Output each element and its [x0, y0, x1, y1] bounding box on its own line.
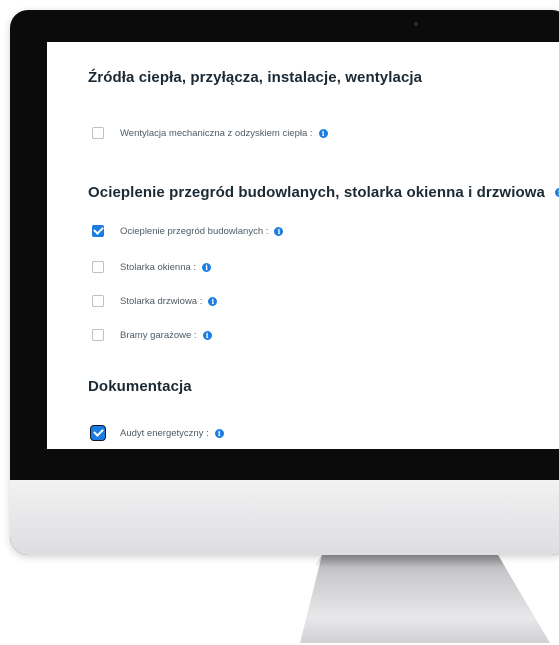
checkbox-row-ventilation[interactable]: Wentylacja mechaniczna z odzyskiem ciepł… [92, 125, 328, 141]
info-icon[interactable]: i [202, 330, 212, 340]
info-icon[interactable]: i [274, 226, 284, 236]
section-title-insulation: Ocieplenie przegród budowlanych, stolark… [88, 184, 559, 201]
section-title-text: Ocieplenie przegród budowlanych, stolark… [88, 184, 545, 201]
insulation-label: Ocieplenie przegród budowlanych : [120, 225, 269, 237]
monitor-stand [300, 555, 550, 643]
section-title-documentation: Dokumentacja [88, 378, 192, 395]
energy-audit-label: Audyt energetyczny : [120, 427, 209, 439]
checkbox-row-energy-audit[interactable]: Audyt energetyczny : i [92, 425, 224, 441]
info-icon[interactable]: i [214, 428, 224, 438]
stand-shadow [314, 555, 506, 567]
checkbox-row-garage-doors[interactable]: Bramy garażowe : i [92, 327, 212, 343]
section-title-text: Dokumentacja [88, 378, 192, 395]
energy-audit-checkbox[interactable] [92, 426, 104, 439]
camera-icon [414, 22, 418, 26]
doors-label: Stolarka drzwiowa : [120, 295, 203, 307]
checkbox-row-windows[interactable]: Stolarka okienna : i [92, 259, 212, 275]
info-icon[interactable]: i [318, 128, 328, 138]
monitor-mockup: Źródła ciepła, przyłącza, instalacje, we… [0, 0, 559, 645]
checkbox-row-doors[interactable]: Stolarka drzwiowa : i [92, 293, 218, 309]
checkmark-icon [92, 426, 104, 437]
monitor-chin [10, 480, 559, 555]
checkmark-icon [92, 224, 104, 235]
garage-doors-checkbox[interactable] [92, 329, 104, 341]
windows-label: Stolarka okienna : [120, 261, 197, 273]
screen: Źródła ciepła, przyłącza, instalacje, we… [47, 42, 559, 449]
garage-doors-label: Bramy garażowe : [120, 329, 197, 341]
form-content: Źródła ciepła, przyłącza, instalacje, we… [47, 42, 559, 449]
ventilation-checkbox[interactable] [92, 127, 104, 139]
info-icon[interactable]: i [208, 296, 218, 306]
ventilation-label: Wentylacja mechaniczna z odzyskiem ciepł… [120, 127, 313, 139]
section-title-text: Źródła ciepła, przyłącza, instalacje, we… [88, 69, 423, 86]
insulation-checkbox[interactable] [92, 224, 104, 237]
info-icon[interactable]: i [554, 188, 559, 197]
info-icon[interactable]: i [202, 262, 212, 272]
checkbox-row-insulation[interactable]: Ocieplenie przegród budowlanych : i [92, 223, 284, 239]
windows-checkbox[interactable] [92, 261, 104, 273]
section-title-heat-sources: Źródła ciepła, przyłącza, instalacje, we… [88, 69, 422, 86]
doors-checkbox[interactable] [92, 295, 104, 307]
monitor-frame: Źródła ciepła, przyłącza, instalacje, we… [10, 10, 559, 555]
